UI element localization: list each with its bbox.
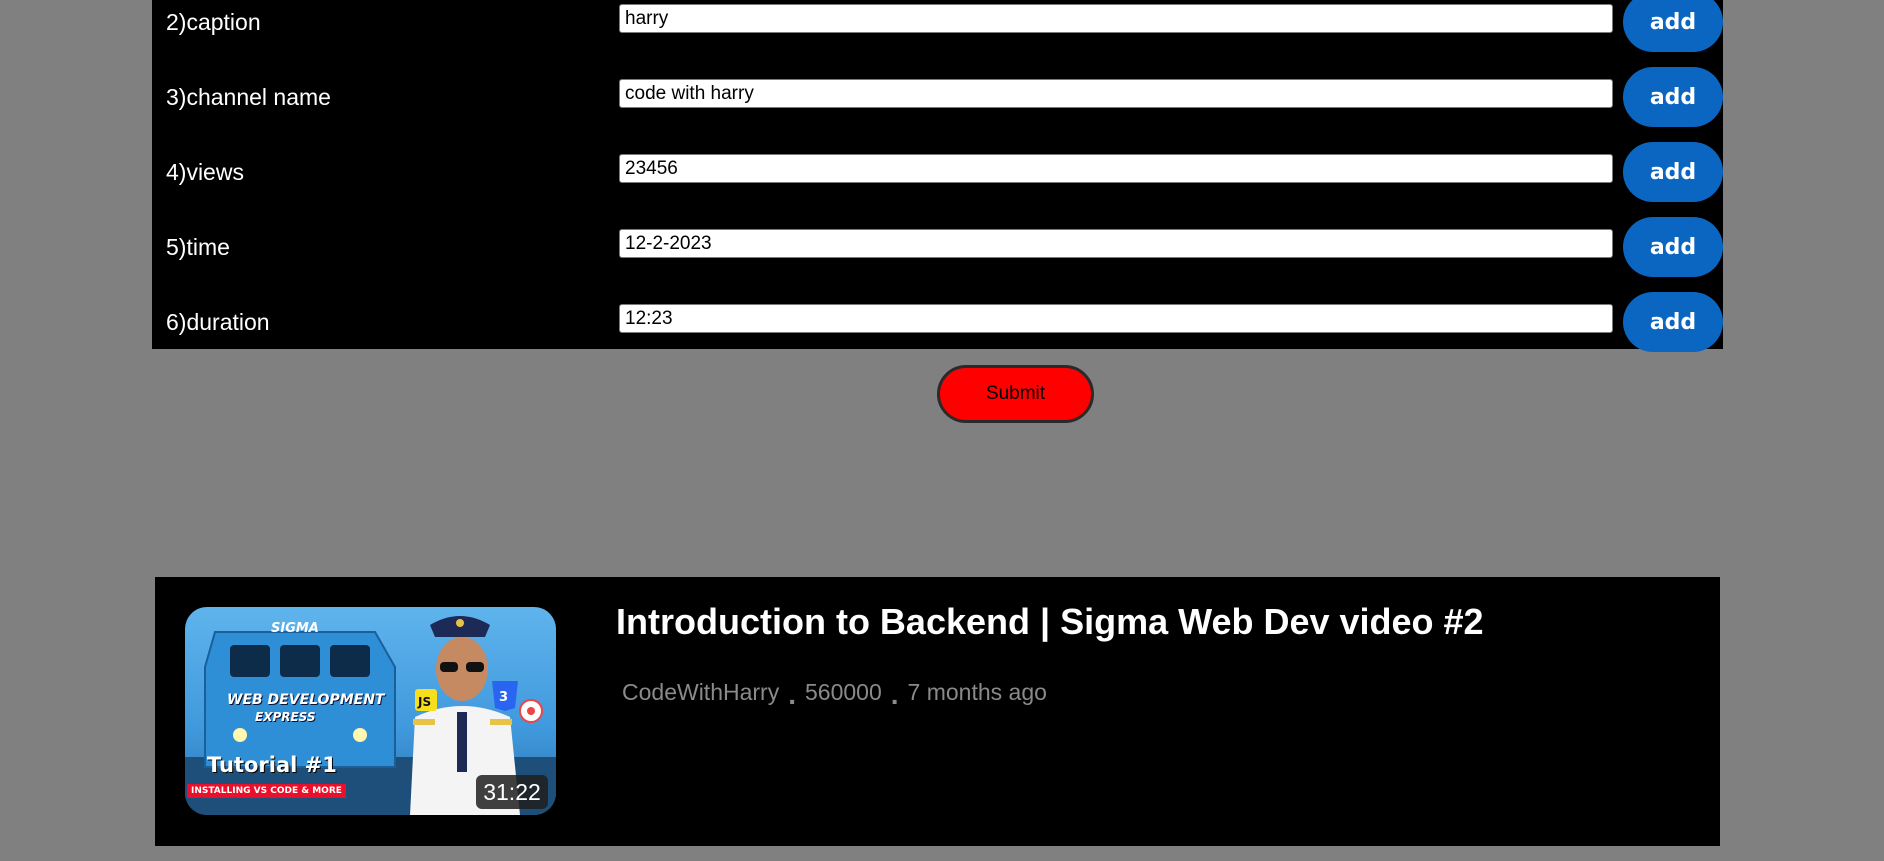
caption-label: 2)caption [166,9,261,35]
video-meta: CodeWithHarry. 560000. 7 months ago [622,677,1047,710]
meta-separator: . [788,679,796,710]
thumbnail-headline: WEB DEVELOPMENT [227,692,385,708]
svg-text:3: 3 [499,690,508,705]
thumbnail-subtitle: INSTALLING VS CODE & MORE [187,784,346,798]
video-card[interactable]: JS 3 SIGMA WEB DEVELOPMENT EXPRESS Tutor… [155,577,1720,846]
view-count: 560000 [805,679,882,705]
video-title[interactable]: Introduction to Backend | Sigma Web Dev … [616,601,1484,643]
time-label: 5)time [166,234,230,260]
add-duration-button[interactable]: add [1623,292,1723,352]
thumbnail-episode: Tutorial #1 [207,753,337,777]
meta-separator: . [890,679,899,710]
js-logo-text: JS [417,695,431,709]
caption-input[interactable] [619,4,1613,33]
duration-label: 6)duration [166,309,270,335]
channel-name[interactable]: CodeWithHarry [622,679,779,705]
views-input[interactable] [619,154,1613,183]
video-thumbnail[interactable]: JS 3 SIGMA WEB DEVELOPMENT EXPRESS Tutor… [185,607,556,815]
time-input[interactable] [619,229,1613,258]
video-details-form: 2)caption add 3)channel name add 4)views… [152,0,1723,352]
form-row-views: 4)views add [152,142,1723,212]
add-views-button[interactable]: add [1623,142,1723,202]
thumbnail-subheadline: EXPRESS [255,710,316,724]
form-row-channel-name: 3)channel name add [152,67,1723,137]
duration-input[interactable] [619,304,1613,333]
add-channel-name-button[interactable]: add [1623,67,1723,127]
submit-button[interactable]: Submit [937,365,1094,423]
add-time-button[interactable]: add [1623,217,1723,277]
form-row-caption: 2)caption add [152,0,1723,62]
channel-name-label: 3)channel name [166,84,331,110]
form-row-duration: 6)duration add [152,292,1723,362]
channel-name-input[interactable] [619,79,1613,108]
duration-badge: 31:22 [476,775,548,809]
form-row-time: 5)time add [152,217,1723,287]
upload-time: 7 months ago [907,679,1047,705]
thumbnail-brand: SIGMA [271,621,319,636]
views-label: 4)views [166,159,244,185]
add-caption-button[interactable]: add [1623,0,1723,52]
